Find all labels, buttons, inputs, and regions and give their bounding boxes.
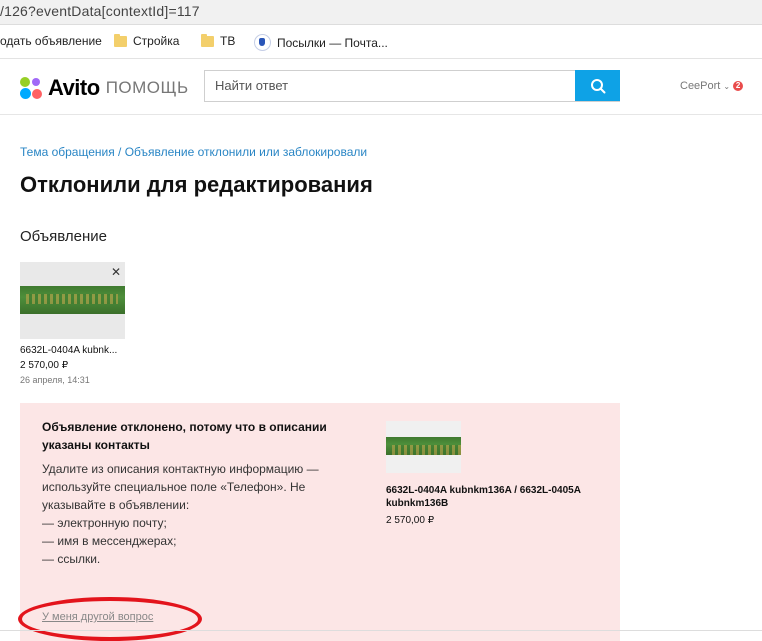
folder-icon	[201, 33, 214, 47]
breadcrumb[interactable]: Тема обращения / Объявление отклонили ил…	[20, 145, 367, 159]
avito-dots-icon	[20, 77, 42, 99]
listing-price: 2 570,00 ₽	[20, 360, 69, 371]
circuit-board-image	[20, 286, 125, 314]
user-name: CeePort	[680, 80, 721, 92]
page-title: Отклонили для редактирования	[20, 172, 373, 197]
bookmark-post-ad[interactable]: одать объявление	[0, 34, 102, 48]
address-url[interactable]: /126?eventData[contextId]=117	[0, 3, 200, 19]
listing-thumbnail[interactable]: ✕	[20, 262, 125, 339]
listing-date: 26 апреля, 14:31	[20, 375, 90, 385]
other-question-link[interactable]: У меня другой вопрос	[42, 611, 153, 623]
user-menu[interactable]: CeePort ⌄ 2	[680, 80, 744, 92]
notice-body: Удалите из описания контактную информаци…	[42, 460, 342, 568]
site-header: Avito ПОМОЩЬ CeePort ⌄ 2	[0, 59, 762, 115]
search-input[interactable]	[205, 71, 585, 99]
circuit-board-image	[386, 437, 461, 455]
russian-post-icon	[254, 34, 271, 51]
breadcrumb-link[interactable]: Тема обращения / Объявление отклонили ил…	[20, 145, 367, 159]
notice-item-thumbnail	[386, 421, 461, 473]
listing-title: 6632L-0404A kubnk...	[20, 345, 118, 356]
chevron-down-icon: ⌄	[723, 81, 731, 91]
notice-heading: Объявление отклонено, потому что в описа…	[42, 420, 327, 452]
close-icon[interactable]: ✕	[111, 265, 121, 279]
search-box	[204, 70, 620, 102]
notice-list-item: — электронную почту;	[42, 516, 167, 530]
bookmark-label: одать объявление	[0, 34, 102, 48]
section-label: Объявление	[20, 228, 107, 245]
notice-item-price: 2 570,00 ₽	[386, 515, 435, 526]
folder-icon	[114, 33, 127, 47]
brand-subtitle: ПОМОЩЬ	[105, 78, 189, 97]
bookmark-tv[interactable]: ТВ	[201, 33, 236, 48]
notice-list-item: — имя в мессенджерах;	[42, 534, 177, 548]
bookmark-label: Стройка	[133, 34, 180, 48]
listing-card[interactable]: ✕ 6632L-0404A kubnk... 2 570,00 ₽ 26 апр…	[20, 262, 125, 385]
browser-address-bar[interactable]: /126?eventData[contextId]=117	[0, 0, 762, 25]
notice-text: Удалите из описания контактную информаци…	[42, 462, 319, 512]
bookmark-label: Посылки — Почта...	[277, 35, 388, 50]
bookmark-stroyka[interactable]: Стройка	[114, 33, 180, 48]
avito-logo[interactable]: Avito ПОМОЩЬ	[20, 75, 189, 101]
notification-badge: 2	[733, 81, 744, 91]
brand-name: Avito	[48, 75, 100, 100]
search-icon	[590, 78, 605, 93]
notice-list-item: — ссылки.	[42, 552, 101, 566]
bookmark-pochta[interactable]: Посылки — Почта...	[254, 34, 388, 51]
bookmark-label: ТВ	[220, 34, 236, 48]
divider	[0, 630, 762, 631]
bookmarks-bar: одать объявление Стройка ТВ Посылки — По…	[0, 25, 762, 59]
rejection-notice: Объявление отклонено, потому что в описа…	[18, 403, 620, 641]
notice-item-title: 6632L-0404A kubnkm136A / 6632L-0405A kub…	[386, 485, 581, 509]
search-button[interactable]	[575, 70, 620, 101]
